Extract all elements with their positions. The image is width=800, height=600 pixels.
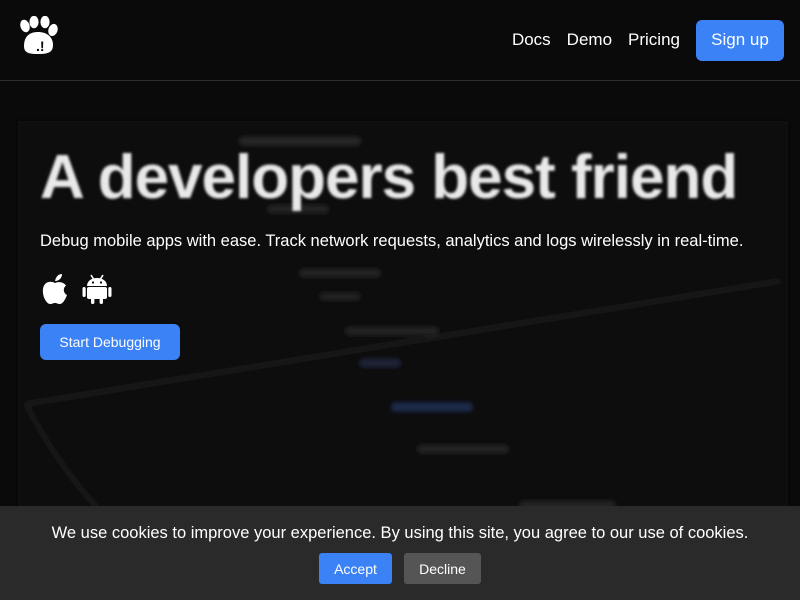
main-nav: Docs Demo Pricing Sign up — [512, 19, 784, 61]
cookie-message: We use cookies to improve your experienc… — [51, 524, 749, 542]
top-navbar: .! Docs Demo Pricing Sign up — [0, 0, 800, 81]
nav-link-demo[interactable]: Demo — [567, 30, 612, 50]
sign-up-button[interactable]: Sign up — [696, 19, 784, 61]
landing-page: .! Docs Demo Pricing Sign up A developer… — [0, 0, 800, 600]
hero-title: A developers best friend — [40, 143, 738, 212]
decline-cookies-button[interactable]: Decline — [404, 553, 481, 584]
start-debugging-button[interactable]: Start Debugging — [40, 324, 180, 360]
nav-link-pricing[interactable]: Pricing — [628, 30, 680, 50]
cookie-consent-banner: We use cookies to improve your experienc… — [0, 506, 800, 600]
accept-cookies-button[interactable]: Accept — [319, 553, 392, 584]
cookie-actions: Accept Decline — [0, 553, 800, 584]
paw-print-logo-icon[interactable]: .! — [16, 16, 60, 60]
nav-link-docs[interactable]: Docs — [512, 30, 551, 50]
hero-subtitle: Debug mobile apps with ease. Track netwo… — [40, 232, 744, 250]
svg-text:.!: .! — [36, 38, 45, 54]
apple-icon — [42, 274, 67, 304]
platform-icons — [40, 272, 124, 306]
android-icon — [82, 274, 112, 304]
